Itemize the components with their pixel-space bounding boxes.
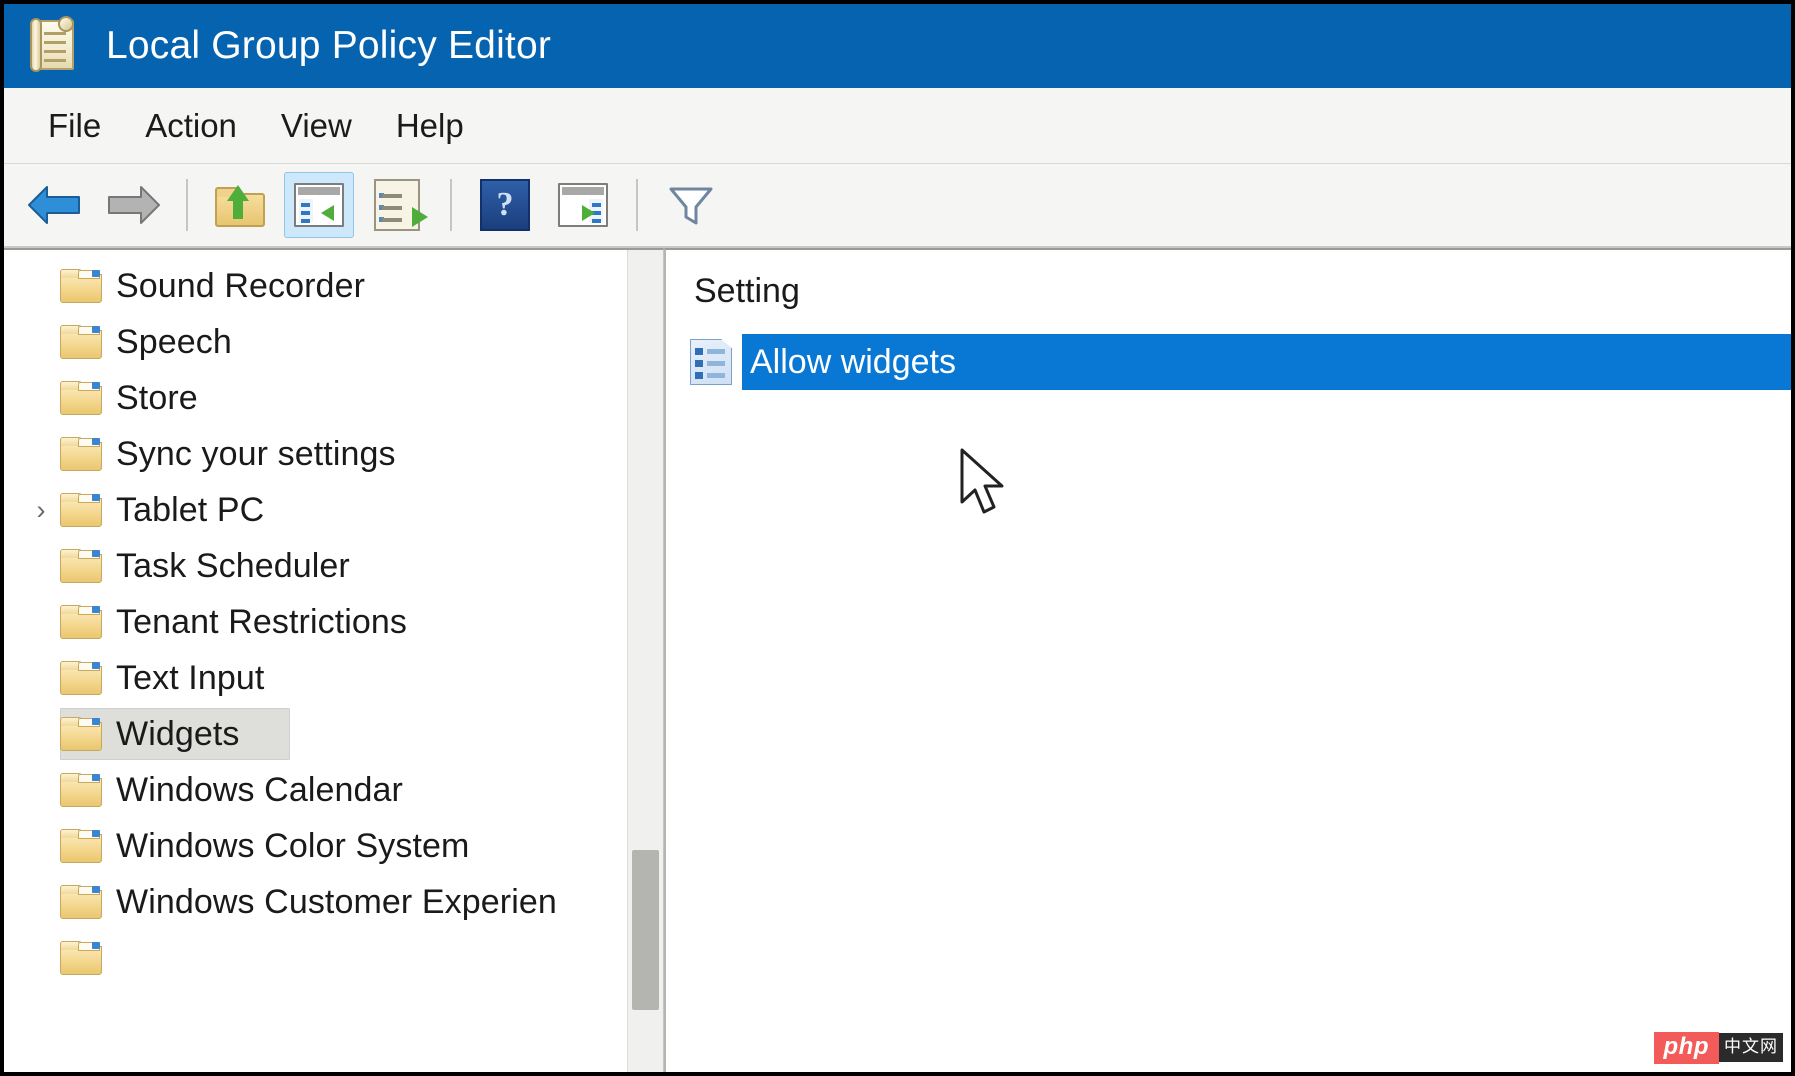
chevron-right-icon[interactable]: › xyxy=(22,496,60,524)
column-header-setting[interactable]: Setting xyxy=(694,272,800,311)
show-hide-action-pane-button[interactable] xyxy=(548,172,618,238)
folder-icon xyxy=(60,829,102,863)
menu-item-file[interactable]: File xyxy=(26,103,123,149)
toolbar-separator xyxy=(186,179,188,231)
settings-details-pane: Setting Allow widgets xyxy=(664,248,1791,1072)
folder-icon xyxy=(60,605,102,639)
folder-icon xyxy=(60,885,102,919)
folder-icon xyxy=(60,661,102,695)
toolbar-separator-3 xyxy=(636,179,638,231)
help-button[interactable]: ? xyxy=(470,172,540,238)
console-tree-pane: › Sound Recorder › Speech › Store › xyxy=(4,248,664,1072)
title-bar: Local Group Policy Editor xyxy=(4,4,1791,88)
tree-item-sync-your-settings[interactable]: › Sync your settings xyxy=(4,426,627,482)
setting-row-allow-widgets[interactable]: Allow widgets xyxy=(684,334,1791,390)
export-list-icon xyxy=(374,179,428,231)
tree-item-tenant-restrictions[interactable]: › Tenant Restrictions xyxy=(4,594,627,650)
tree-item-label: Store xyxy=(116,378,198,417)
folder-icon xyxy=(60,381,102,415)
tree-item-store[interactable]: › Store xyxy=(4,370,627,426)
folder-up-icon xyxy=(215,183,267,227)
tree-item-windows-calendar[interactable]: › Windows Calendar xyxy=(4,762,627,818)
tree-item-widgets[interactable]: › Widgets xyxy=(4,706,627,762)
filter-button[interactable] xyxy=(656,172,726,238)
tree-item-speech[interactable]: › Speech xyxy=(4,314,627,370)
toolbar: ? xyxy=(4,164,1791,248)
console-tree-list[interactable]: › Sound Recorder › Speech › Store › xyxy=(4,258,627,1072)
tree-item-sound-recorder[interactable]: › Sound Recorder xyxy=(4,258,627,314)
forward-button[interactable] xyxy=(98,172,168,238)
tree-vertical-scrollbar[interactable] xyxy=(627,250,663,1072)
tree-item-text-input[interactable]: › Text Input xyxy=(4,650,627,706)
question-mark-icon: ? xyxy=(480,179,530,231)
menu-item-action[interactable]: Action xyxy=(123,103,259,149)
watermark-cn-badge: 中文网 xyxy=(1719,1033,1783,1063)
tree-item-windows-customer-experience[interactable]: › Windows Customer Experien xyxy=(4,874,627,930)
tree-item-label: Tablet PC xyxy=(116,490,265,529)
back-button[interactable] xyxy=(20,172,90,238)
tree-item-windows-color-system[interactable]: › Windows Color System xyxy=(4,818,627,874)
tree-item-label: Speech xyxy=(116,322,232,361)
folder-icon xyxy=(60,493,102,527)
folder-icon xyxy=(60,717,102,751)
folder-icon xyxy=(60,941,102,975)
watermark-php-badge: php xyxy=(1653,1031,1719,1064)
tree-item-label: Widgets xyxy=(116,714,240,753)
up-one-level-button[interactable] xyxy=(206,172,276,238)
funnel-filter-icon xyxy=(667,183,715,227)
tree-scrollbar-thumb[interactable] xyxy=(632,850,659,1010)
toolbar-separator-2 xyxy=(450,179,452,231)
left-arrow-icon xyxy=(27,183,83,227)
tree-item-label: Sync your settings xyxy=(116,434,396,473)
group-policy-scroll-icon xyxy=(28,16,84,76)
folder-icon xyxy=(60,773,102,807)
setting-label: Allow widgets xyxy=(750,342,956,381)
tree-item-tablet-pc[interactable]: › Tablet PC xyxy=(4,482,627,538)
tree-item-label: Windows Color System xyxy=(116,826,470,865)
show-hide-console-tree-button[interactable] xyxy=(284,172,354,238)
tree-item-label: Windows Calendar xyxy=(116,770,403,809)
policy-setting-icon xyxy=(690,339,732,385)
watermark: php 中文网 xyxy=(1653,1031,1783,1064)
setting-selection-highlight[interactable]: Allow widgets xyxy=(742,334,1791,390)
window-title: Local Group Policy Editor xyxy=(106,24,552,67)
tree-item-label: Text Input xyxy=(116,658,265,697)
folder-icon xyxy=(60,325,102,359)
tree-item-label: Tenant Restrictions xyxy=(116,602,408,641)
local-group-policy-editor-window: Local Group Policy Editor File Action Vi… xyxy=(0,0,1795,1076)
content-area: › Sound Recorder › Speech › Store › xyxy=(4,248,1791,1072)
menu-item-help[interactable]: Help xyxy=(374,103,486,149)
menu-item-view[interactable]: View xyxy=(259,103,374,149)
folder-icon xyxy=(60,549,102,583)
tree-item-label: Windows Customer Experien xyxy=(116,882,557,921)
folder-icon xyxy=(60,269,102,303)
tree-item-task-scheduler[interactable]: › Task Scheduler xyxy=(4,538,627,594)
export-list-button[interactable] xyxy=(362,172,432,238)
folder-icon xyxy=(60,437,102,471)
action-pane-icon xyxy=(558,183,608,227)
tree-item-label: Task Scheduler xyxy=(116,546,350,585)
right-arrow-icon xyxy=(105,183,161,227)
console-tree-icon xyxy=(294,183,344,227)
menu-bar: File Action View Help xyxy=(4,88,1791,164)
tree-item-label: Sound Recorder xyxy=(116,266,365,305)
tree-item-partial[interactable]: › xyxy=(4,930,627,986)
